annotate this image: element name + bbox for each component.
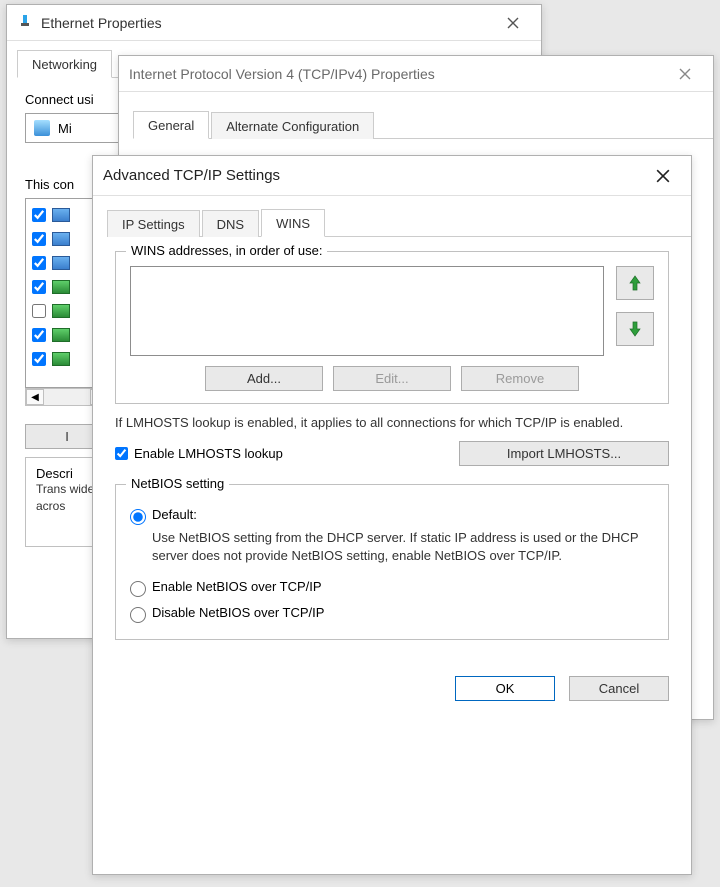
ethernet-title: Ethernet Properties	[41, 15, 495, 31]
lmhosts-note: If LMHOSTS lookup is enabled, it applies…	[115, 414, 669, 433]
protocol-icon	[52, 256, 70, 270]
service-icon	[52, 328, 70, 342]
add-button[interactable]: Add...	[205, 366, 323, 391]
close-icon[interactable]	[667, 60, 703, 88]
wins-addresses-group: WINS addresses, in order of use: Add... …	[115, 251, 669, 404]
move-up-button[interactable]	[616, 266, 654, 300]
wins-address-list[interactable]	[130, 266, 604, 356]
scroll-left-icon[interactable]: ◀	[26, 389, 44, 405]
edit-button[interactable]: Edit...	[333, 366, 451, 391]
enable-lmhosts-checkbox[interactable]	[115, 447, 128, 460]
tab-networking[interactable]: Networking	[17, 50, 112, 78]
tab-alternate-config[interactable]: Alternate Configuration	[211, 112, 374, 139]
ethernet-icon	[17, 13, 33, 32]
ipv4-title: Internet Protocol Version 4 (TCP/IPv4) P…	[129, 66, 667, 82]
description-legend: Descri	[36, 466, 98, 481]
service-icon	[52, 304, 70, 318]
description-text: Trans wide acros	[36, 481, 98, 515]
cancel-button[interactable]: Cancel	[569, 676, 669, 701]
advanced-tcpip-window: Advanced TCP/IP Settings IP Settings DNS…	[92, 155, 692, 875]
netbios-disable-radio[interactable]	[130, 607, 146, 623]
netbios-default-label: Default:	[152, 507, 197, 522]
ok-button[interactable]: OK	[455, 676, 555, 701]
netbios-group: NetBIOS setting Default: Use NetBIOS set…	[115, 484, 669, 640]
service-icon	[52, 280, 70, 294]
remove-button[interactable]: Remove	[461, 366, 579, 391]
advanced-tabs: IP Settings DNS WINS	[107, 208, 691, 237]
close-icon[interactable]	[495, 9, 531, 37]
advanced-title: Advanced TCP/IP Settings	[103, 167, 645, 184]
netbios-enable-label: Enable NetBIOS over TCP/IP	[152, 579, 322, 594]
item-checkbox[interactable]	[32, 256, 46, 270]
enable-lmhosts-label[interactable]: Enable LMHOSTS lookup	[115, 446, 283, 461]
protocol-icon	[52, 208, 70, 222]
import-lmhosts-button[interactable]: Import LMHOSTS...	[459, 441, 669, 466]
tab-general[interactable]: General	[133, 111, 209, 139]
service-icon	[52, 352, 70, 366]
move-down-button[interactable]	[616, 312, 654, 346]
item-checkbox[interactable]	[32, 280, 46, 294]
advanced-titlebar[interactable]: Advanced TCP/IP Settings	[93, 156, 691, 196]
protocol-icon	[52, 232, 70, 246]
item-checkbox[interactable]	[32, 304, 46, 318]
netbios-default-radio[interactable]	[130, 509, 146, 525]
netbios-legend: NetBIOS setting	[126, 476, 229, 491]
item-checkbox[interactable]	[32, 208, 46, 222]
close-icon[interactable]	[645, 162, 681, 190]
adapter-value: Mi	[58, 121, 72, 136]
arrow-up-icon	[628, 275, 642, 291]
tab-dns[interactable]: DNS	[202, 210, 259, 237]
arrow-down-icon	[628, 321, 642, 337]
item-checkbox[interactable]	[32, 352, 46, 366]
ipv4-titlebar[interactable]: Internet Protocol Version 4 (TCP/IPv4) P…	[119, 56, 713, 92]
adapter-icon	[34, 120, 50, 136]
netbios-enable-radio[interactable]	[130, 581, 146, 597]
netbios-disable-label: Disable NetBIOS over TCP/IP	[152, 605, 324, 620]
item-checkbox[interactable]	[32, 328, 46, 342]
wins-addresses-legend: WINS addresses, in order of use:	[126, 243, 327, 258]
ipv4-tabs: General Alternate Configuration	[133, 110, 713, 139]
tab-wins[interactable]: WINS	[261, 209, 325, 237]
netbios-default-desc: Use NetBIOS setting from the DHCP server…	[152, 529, 654, 565]
tab-ip-settings[interactable]: IP Settings	[107, 210, 200, 237]
ethernet-titlebar[interactable]: Ethernet Properties	[7, 5, 541, 41]
item-checkbox[interactable]	[32, 232, 46, 246]
enable-lmhosts-text: Enable LMHOSTS lookup	[134, 446, 283, 461]
